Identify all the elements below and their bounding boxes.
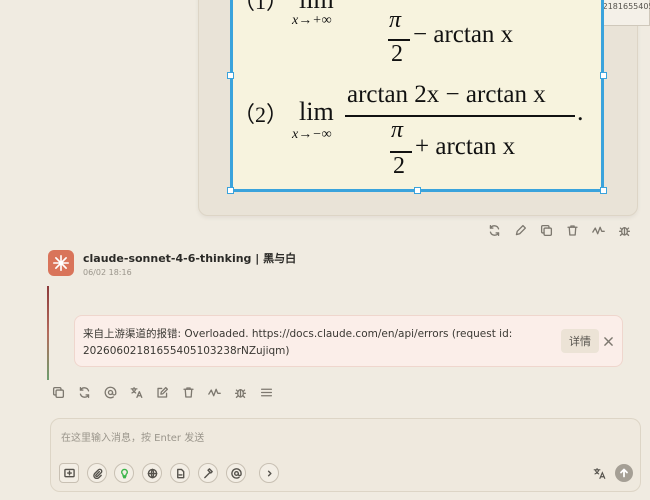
error-alert: 来自上游渠道的报错: Overloaded. https://docs.clau… (74, 315, 623, 367)
resize-handle-right[interactable] (600, 72, 607, 79)
resize-handle-bottom-right[interactable] (600, 187, 607, 194)
message-accent-bar (47, 286, 49, 380)
branch-icon[interactable] (585, 220, 611, 240)
part1-lim-sub: x→+∞ (292, 13, 332, 28)
note-edit-icon[interactable] (149, 382, 175, 402)
bug-icon[interactable] (227, 382, 253, 402)
math-problem-image[interactable]: （1） lim x→+∞ π 2 − arctan x （2） lim x→−∞… (230, 0, 604, 192)
menu-icon[interactable] (253, 382, 279, 402)
mention-icon[interactable] (97, 382, 123, 402)
copy-icon[interactable] (533, 220, 559, 240)
mention-button[interactable] (226, 463, 246, 483)
part2-two: 2 (393, 153, 405, 179)
part1-label: （1） (233, 0, 289, 14)
arrow-up-icon (620, 468, 628, 478)
part2-fraction-bar (345, 115, 575, 117)
file-button[interactable] (170, 463, 190, 483)
resize-handle-left[interactable] (227, 72, 234, 79)
part2-denominator: + arctan x (415, 133, 516, 160)
part2-label: （2） (233, 102, 289, 127)
globe-icon (147, 468, 157, 478)
details-button[interactable]: 详情 (561, 329, 599, 353)
web-search-button[interactable] (142, 463, 162, 483)
tools-button[interactable] (198, 463, 218, 483)
part2-numerator: arctan 2x − arctan x (347, 81, 546, 108)
attach-button[interactable] (87, 463, 107, 483)
close-error-button[interactable] (601, 332, 615, 350)
user-message-actions (481, 220, 637, 240)
translate-icon (593, 467, 605, 479)
message-composer (50, 418, 641, 492)
part1-two: 2 (391, 41, 403, 67)
next-button[interactable] (259, 463, 279, 483)
file-icon (176, 468, 184, 478)
part2-lim-sub: x→−∞ (292, 127, 332, 142)
idea-button[interactable] (114, 463, 134, 483)
part1-pi: π (389, 7, 402, 33)
refresh-icon[interactable] (481, 220, 507, 240)
hammer-icon (203, 467, 213, 478)
error-message: 来自上游渠道的报错: Overloaded. https://docs.clau… (83, 326, 513, 360)
lightbulb-icon (120, 468, 128, 478)
model-avatar (48, 250, 74, 276)
part1-denominator: − arctan x (413, 21, 514, 48)
message-timestamp: 06/02 18:16 (83, 268, 132, 277)
copy-icon[interactable] (45, 382, 71, 402)
new-topic-icon (63, 468, 75, 477)
resize-handle-bottom[interactable] (414, 187, 421, 194)
mention-icon (230, 467, 242, 479)
part2-pi: π (391, 117, 404, 143)
model-name: claude-sonnet-4-6-thinking | 黑与白 (83, 252, 297, 265)
attach-icon (92, 468, 102, 479)
new-topic-button[interactable] (59, 463, 79, 483)
chevron-right-icon (267, 470, 272, 476)
delete-icon[interactable] (559, 220, 585, 240)
assistant-message-actions (45, 382, 279, 402)
send-button[interactable] (615, 464, 633, 482)
part2-lim: lim (299, 97, 334, 126)
sparkle-icon (52, 254, 70, 272)
part2-dot: . (577, 97, 584, 126)
translate-button[interactable] (589, 464, 609, 482)
refresh-icon[interactable] (71, 382, 97, 402)
close-icon (603, 336, 613, 346)
message-input[interactable] (61, 429, 621, 447)
branch-icon[interactable] (201, 382, 227, 402)
error-line-2: 20260602181655405103238rNZujiqm) (83, 345, 290, 357)
translate-icon[interactable] (123, 382, 149, 402)
delete-icon[interactable] (175, 382, 201, 402)
edit-icon[interactable] (507, 220, 533, 240)
resize-handle-bottom-left[interactable] (227, 187, 234, 194)
bug-icon[interactable] (611, 220, 637, 240)
error-line-1: 来自上游渠道的报错: Overloaded. https://docs.clau… (83, 328, 513, 340)
